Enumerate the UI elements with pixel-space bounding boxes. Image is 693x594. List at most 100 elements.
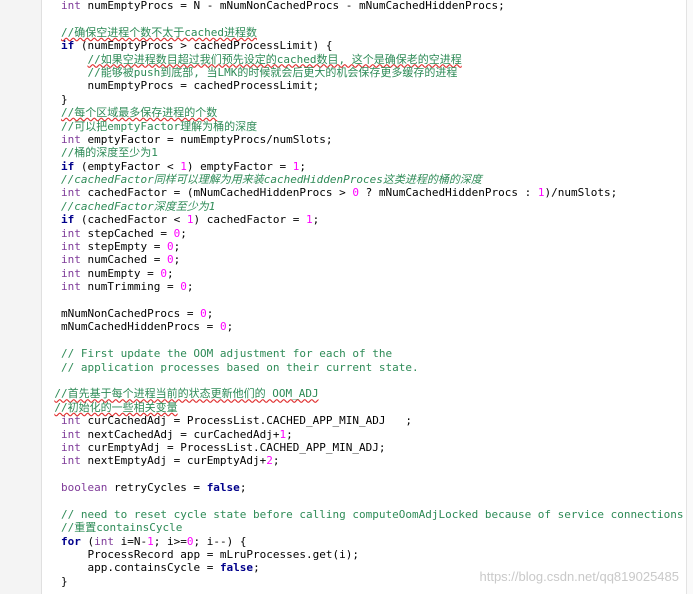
code-token: curCachedAdj = ProcessList.CACHED_APP_MI… [80,414,412,428]
code-token: numEmptyProcs = cachedProcessLimit; [87,79,320,93]
code-line: //首先基于每个进程当前的状态更新他们的 OOM_ADJ [8,387,687,400]
code-token: ( [80,534,95,548]
code-token: ; [239,481,247,495]
code-token: emptyFactor = numEmptyProcs/numSlots; [80,132,333,146]
code-line: //可以把emptyFactor理解为桶的深度 [8,120,687,133]
code-token: if [60,39,75,53]
code-token: int [94,534,114,548]
code-token: //确保空进程个数不太于cached进程数 [60,25,257,39]
code-editor[interactable]: int numEmptyProcs = N - mNumNonCachedPro… [0,0,693,594]
code-token: int [60,240,81,254]
code-token: //桶的深度至少为1 [60,146,158,160]
code-line: int stepCached = 0; [8,227,687,240]
code-token: } [60,92,68,106]
code-token: ; [180,226,187,240]
code-line: int stepEmpty = 0; [8,240,687,253]
code-token: ; i>= [153,534,187,548]
code-token: cachedFactor = (mNumCachedHiddenProcs > [80,186,353,200]
code-token: boolean [60,481,108,495]
code-token: 0 [180,280,187,294]
code-token: int [60,440,81,454]
code-token: } [60,574,68,588]
code-token: // First update the OOM adjustment for e… [60,347,393,361]
code-line: int nextCachedAdj = curCachedAdj+1; [8,428,687,441]
code-token: ; [226,320,234,334]
code-line: int curEmptyAdj = ProcessList.CACHED_APP… [8,441,687,454]
code-token: int [60,266,81,280]
code-line: int numTrimming = 0; [8,280,687,293]
code-token: 1 [180,159,187,173]
code-token: //能够被push到底部, 当LMK的时候就会后更大的机会保存更多缓存的进程 [87,65,458,79]
code-token: //如果空进程数目超过我们预先设定的cached数目, 这个是确保老的空进程 [87,52,462,66]
watermark-text: https://blog.csdn.net/qq819025485 [479,569,680,584]
code-line: ProcessRecord app = mLruProcesses.get(i)… [8,548,687,561]
code-token: int [60,0,81,12]
code-line: //能够被push到底部, 当LMK的时候就会后更大的机会保存更多缓存的进程 [8,66,687,79]
code-line: int numEmpty = 0; [8,267,687,280]
code-line: int nextEmptyAdj = curEmptyAdj+2; [8,454,687,467]
code-token: int [60,427,81,441]
code-token: ProcessRecord app = mLruProcesses.get(i)… [87,548,360,562]
code-token: ? mNumCachedHiddenProcs : [359,186,538,200]
code-token: false [219,561,254,575]
code-line: int numEmptyProcs = N - mNumNonCachedPro… [8,0,687,12]
code-token: 1 [147,534,154,548]
code-token: numEmptyProcs = N - mNumNonCachedProcs -… [80,0,505,12]
code-line: // application processes based on their … [8,361,687,374]
code-token: int [60,454,81,468]
code-line: int curCachedAdj = ProcessList.CACHED_AP… [8,414,687,427]
code-token: nextEmptyAdj = curEmptyAdj+ [80,454,267,468]
code-token: 0 [166,253,174,267]
code-token: // application processes based on their … [60,360,419,374]
code-token: 1 [306,213,313,227]
code-token: ; [272,454,280,468]
code-token: stepEmpty = [80,240,167,254]
code-line: } [8,93,687,106]
code-token: ; [173,253,181,267]
code-token: numCached = [80,253,167,267]
code-line: int numCached = 0; [8,253,687,266]
code-token: ; i--) { [193,534,247,548]
code-token: ; [206,306,214,320]
code-token: numEmpty = [80,266,161,280]
code-token: 0 [160,266,167,280]
code-token: if [60,213,75,227]
code-token: numTrimming = [80,280,181,294]
code-token: retryCycles = [107,481,207,495]
code-token: ) emptyFactor = [186,159,293,173]
code-line: //如果空进程数目超过我们预先设定的cached数目, 这个是确保老的空进程 [8,53,687,66]
code-token: int [60,280,81,294]
code-area[interactable]: int numEmptyProcs = N - mNumNonCachedPro… [8,0,687,588]
code-line: int cachedFactor = (mNumCachedHiddenProc… [8,186,687,199]
code-token: (cachedFactor < [74,213,187,227]
code-token: //可以把emptyFactor理解为桶的深度 [60,119,258,133]
code-line: numEmptyProcs = cachedProcessLimit; [8,79,687,92]
code-token: nextCachedAdj = curCachedAdj+ [80,427,280,441]
code-token: 0 [200,306,207,320]
code-line: mNumNonCachedProcs = 0; [8,307,687,320]
code-token: // need to reset cycle state before call… [60,507,684,521]
code-token: false [206,481,240,495]
code-line: //每个区域最多保存进程的个数 [8,106,687,119]
